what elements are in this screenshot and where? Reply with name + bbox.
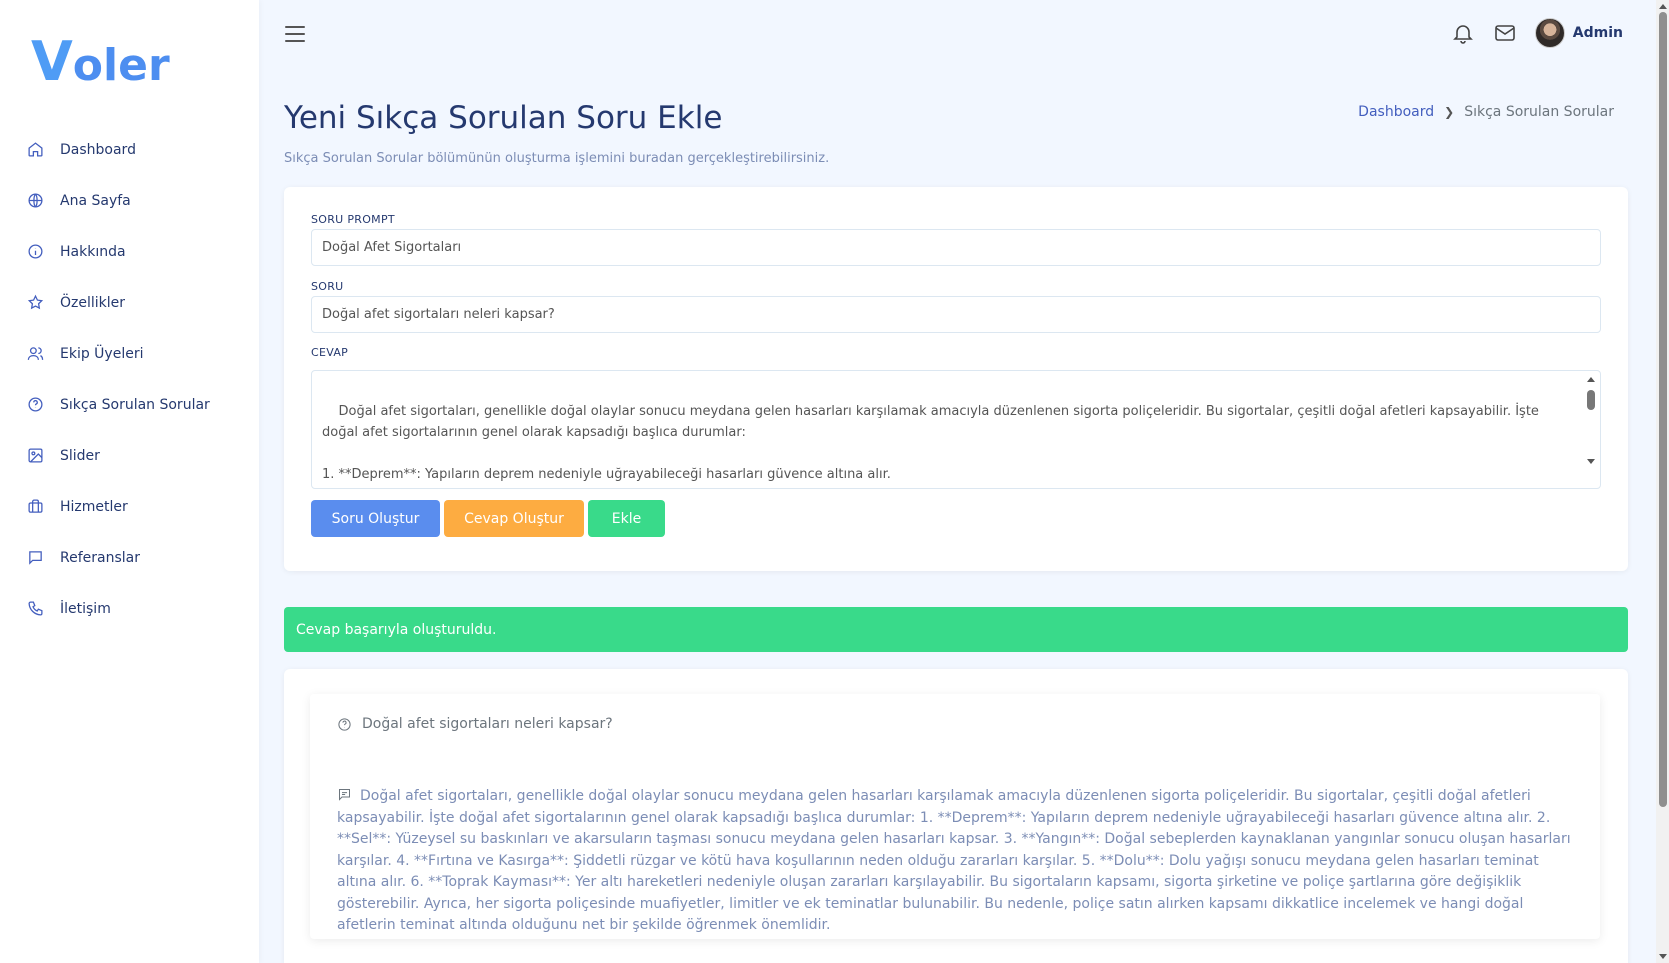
breadcrumb-current: Sıkça Sorulan Sorular xyxy=(1464,104,1614,120)
home-icon xyxy=(26,141,44,159)
sidebar: Voler Dashboard Ana Sayfa Hakkında Özell… xyxy=(0,0,259,963)
avatar[interactable] xyxy=(1534,18,1565,48)
generate-answer-button[interactable]: Cevap Oluştur xyxy=(444,500,584,537)
answer-textarea[interactable]: Doğal afet sigortaları, genellikle doğal… xyxy=(311,370,1601,489)
page-subtitle: Sıkça Sorulan Sorular bölümünün oluşturm… xyxy=(284,151,830,166)
sidebar-item-label: Ekip Üyeleri xyxy=(60,345,144,362)
prompt-label: SORU PROMPT xyxy=(311,213,395,226)
result-card: Doğal afet sigortaları neleri kapsar? Do… xyxy=(284,669,1628,963)
sidebar-item-label: Ana Sayfa xyxy=(60,192,131,209)
prompt-input[interactable]: Doğal Afet Sigortaları xyxy=(311,229,1601,266)
page-title: Yeni Sıkça Sorulan Soru Ekle xyxy=(284,100,723,136)
sidebar-item-label: İletişim xyxy=(60,600,111,617)
sidebar-item-ekip-uyeleri[interactable]: Ekip Üyeleri xyxy=(0,328,259,379)
sidebar-item-sss[interactable]: Sıkça Sorulan Sorular xyxy=(0,379,259,430)
page-scrollbar[interactable] xyxy=(1656,0,1669,963)
scroll-thumb[interactable] xyxy=(1659,12,1667,807)
message-icon xyxy=(26,549,44,567)
alert-message: Cevap başarıyla oluşturuldu. xyxy=(296,621,497,638)
success-alert: Cevap başarıyla oluşturuldu. xyxy=(284,607,1628,652)
sidebar-item-hakkinda[interactable]: Hakkında xyxy=(0,226,259,277)
users-icon xyxy=(26,345,44,363)
image-icon xyxy=(26,447,44,465)
sidebar-item-label: Hakkında xyxy=(60,243,126,260)
answer-textarea-text: Doğal afet sigortaları, genellikle doğal… xyxy=(322,404,1539,482)
info-icon xyxy=(26,243,44,261)
question-icon xyxy=(26,396,44,414)
generate-question-button[interactable]: Soru Oluştur xyxy=(311,500,440,537)
breadcrumb: Dashboard ❯ Sıkça Sorulan Sorular xyxy=(1358,104,1614,120)
preview-question-text: Doğal afet sigortaları neleri kapsar? xyxy=(362,716,613,732)
sidebar-item-label: Hizmetler xyxy=(60,498,128,515)
preview-answer-text: Doğal afet sigortaları, genellikle doğal… xyxy=(337,788,1571,933)
bell-icon[interactable] xyxy=(1451,21,1475,45)
sidebar-item-ozellikler[interactable]: Özellikler xyxy=(0,277,259,328)
sidebar-item-slider[interactable]: Slider xyxy=(0,430,259,481)
sidebar-item-dashboard[interactable]: Dashboard xyxy=(0,124,259,175)
briefcase-icon xyxy=(26,498,44,516)
globe-icon xyxy=(26,192,44,210)
sidebar-item-label: Özellikler xyxy=(60,294,126,311)
sidebar-item-hizmetler[interactable]: Hizmetler xyxy=(0,481,259,532)
sidebar-item-label: Referanslar xyxy=(60,549,140,566)
breadcrumb-dashboard-link[interactable]: Dashboard xyxy=(1358,104,1434,120)
sidebar-item-ana-sayfa[interactable]: Ana Sayfa xyxy=(0,175,259,226)
menu-toggle-icon[interactable] xyxy=(285,26,305,42)
phone-icon xyxy=(26,600,44,618)
chevron-right-icon: ❯ xyxy=(1444,105,1455,119)
star-icon xyxy=(26,294,44,312)
faq-preview: Doğal afet sigortaları neleri kapsar? Do… xyxy=(310,694,1600,939)
question-circle-icon xyxy=(337,717,352,732)
scroll-down-icon[interactable] xyxy=(1659,954,1667,959)
preview-answer: Doğal afet sigortaları, genellikle doğal… xyxy=(337,786,1582,937)
question-label: SORU xyxy=(311,280,344,293)
sidebar-item-label: Sıkça Sorulan Sorular xyxy=(60,396,210,413)
app-logo[interactable]: Voler xyxy=(31,30,170,93)
chat-icon xyxy=(337,787,352,802)
preview-question: Doğal afet sigortaları neleri kapsar? xyxy=(337,716,613,732)
topbar-actions: Admin xyxy=(1451,18,1623,48)
sidebar-item-referanslar[interactable]: Referanslar xyxy=(0,532,259,583)
answer-label: CEVAP xyxy=(311,346,349,359)
sidebar-nav: Dashboard Ana Sayfa Hakkında Özellikler … xyxy=(0,124,259,634)
add-button[interactable]: Ekle xyxy=(588,500,665,537)
sidebar-item-label: Slider xyxy=(60,447,100,464)
user-name[interactable]: Admin xyxy=(1573,25,1623,41)
scroll-up-icon[interactable] xyxy=(1659,4,1667,9)
sidebar-item-label: Dashboard xyxy=(60,141,136,158)
faq-form-card: SORU PROMPT Doğal Afet Sigortaları SORU … xyxy=(284,187,1628,571)
question-input[interactable]: Doğal afet sigortaları neleri kapsar? xyxy=(311,296,1601,333)
textarea-scrollbar[interactable] xyxy=(1584,373,1598,473)
mail-icon[interactable] xyxy=(1493,21,1517,45)
sidebar-item-iletisim[interactable]: İletişim xyxy=(0,583,259,634)
